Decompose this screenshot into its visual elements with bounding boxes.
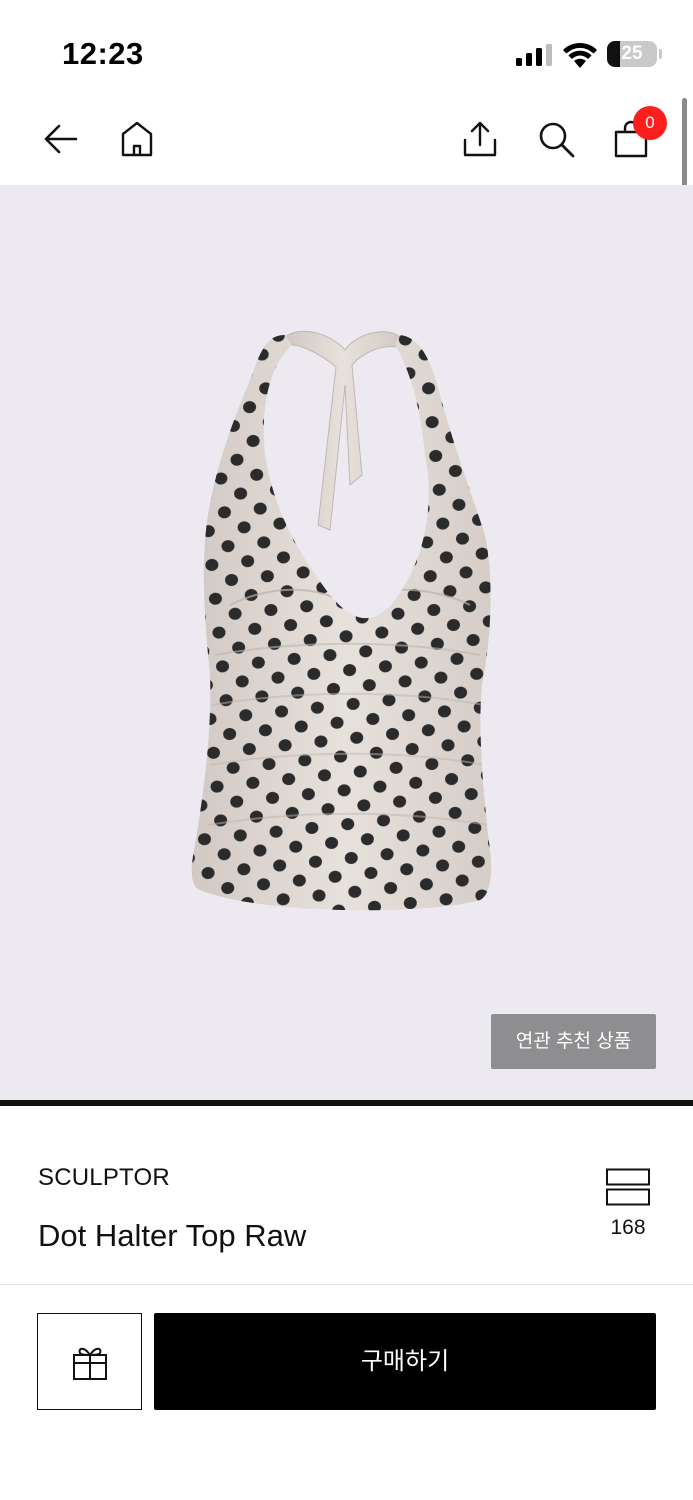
wishlist-button[interactable]: 168	[598, 1168, 658, 1248]
home-icon	[121, 121, 153, 157]
product-title: Dot Halter Top Raw	[38, 1218, 307, 1253]
signal-bars-icon	[516, 44, 552, 66]
status-time: 12:23	[62, 36, 144, 71]
share-button[interactable]	[456, 115, 504, 163]
search-icon	[539, 122, 575, 158]
image-divider	[0, 1100, 693, 1106]
arrow-left-icon	[44, 124, 78, 154]
back-button[interactable]	[37, 115, 85, 163]
gift-icon	[72, 1347, 107, 1380]
share-icon	[463, 121, 497, 157]
top-navigation	[0, 95, 693, 185]
battery-percent: 25	[621, 43, 643, 64]
brand-name[interactable]: SCULPTOR	[38, 1164, 170, 1192]
related-products-button[interactable]: 연관 추천 상품	[491, 1014, 656, 1069]
product-image[interactable]: 연관 추천 상품	[0, 185, 693, 1100]
wishlist-count: 168	[610, 1216, 646, 1239]
wishlist-icon	[606, 1168, 650, 1206]
battery-cap	[659, 49, 662, 59]
wifi-icon	[563, 42, 597, 68]
status-bar: 12:23 25	[0, 0, 693, 95]
home-button[interactable]	[113, 115, 161, 163]
product-photo	[191, 330, 492, 911]
buy-button[interactable]: 구매하기	[154, 1313, 656, 1410]
gift-button[interactable]	[37, 1313, 142, 1410]
battery-indicator: 25	[607, 41, 657, 67]
cart-count-badge: 0	[633, 106, 667, 140]
section-divider	[0, 1284, 693, 1285]
search-button[interactable]	[532, 115, 580, 163]
